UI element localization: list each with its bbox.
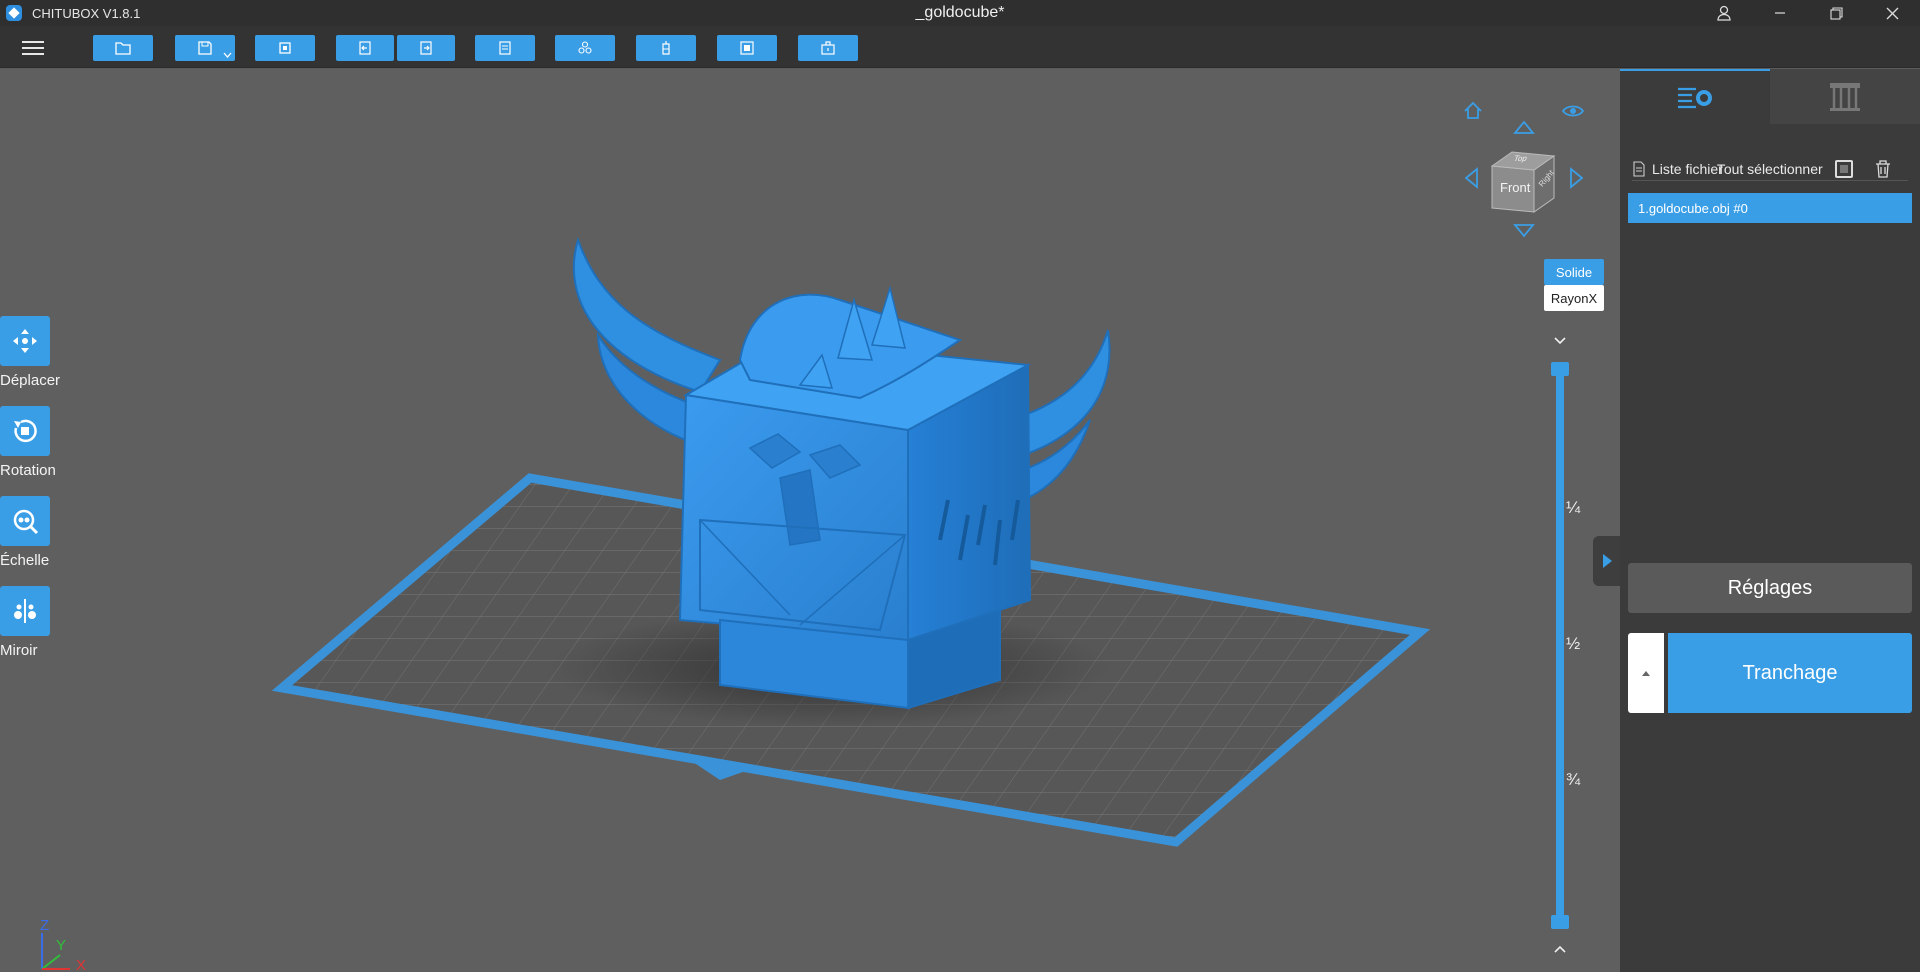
scene-canvas [271,236,1431,847]
layer-slider-top-handle[interactable] [1551,362,1569,376]
hole-icon [821,41,835,55]
move-icon [13,329,37,353]
restore-icon [1829,6,1843,20]
tab-settings[interactable] [1620,69,1770,124]
settings-button[interactable]: Réglages [1628,563,1912,613]
mirror-tool-label: Miroir [0,642,38,659]
close-icon [1886,7,1898,19]
menu-button[interactable] [22,37,44,57]
rotate-icon [14,419,37,443]
document-title: _goldocube* [915,4,1005,21]
app-logo-icon [6,5,22,21]
undo-icon [359,41,371,55]
eye-icon[interactable] [1561,102,1585,120]
rotate-tool-label: Rotation [0,462,56,479]
triangle-right-icon [1602,554,1612,568]
right-panel: Liste fichier Tout sélectionner 1.goldoc… [1620,69,1920,972]
move-tool[interactable]: Déplacer [0,316,60,389]
solid-mode-button[interactable]: Solide [1544,259,1604,285]
open-file-button[interactable] [93,35,153,61]
home-view-icon[interactable] [1462,100,1484,122]
chevron-up-icon[interactable] [1550,942,1570,956]
panel-collapse-button[interactable] [1593,536,1620,586]
supports-button[interactable] [636,35,696,61]
axis-y-label: Y [56,937,67,954]
layer-slider-bottom-handle[interactable] [1551,915,1569,929]
minimize-icon [1775,12,1785,14]
user-icon [1717,5,1731,21]
xray-mode-button[interactable]: RayonX [1544,285,1604,311]
rotate-tool[interactable]: Rotation [0,406,60,479]
select-all-label: Tout sélectionner [1716,160,1823,177]
chevron-down-icon[interactable] [1550,334,1570,348]
cubes-icon [578,41,592,54]
hollow-icon [740,41,754,55]
layer-slider-track[interactable] [1556,370,1564,922]
restore-button[interactable] [1808,0,1864,26]
view-left-icon[interactable] [1462,166,1480,190]
document-icon [499,41,511,55]
view-down-icon[interactable] [1512,222,1536,240]
view-cube[interactable]: Front Top Right [1490,146,1556,214]
scale-tool-label: Échelle [0,552,50,569]
document-icon [1633,160,1645,177]
file-list-item[interactable]: 1.goldocube.obj #0 [1628,193,1912,223]
folder-icon [115,42,131,55]
list-gear-icon [1678,87,1712,108]
select-all-checkbox[interactable] [1834,159,1853,178]
axis-x-label: X [76,957,87,972]
scale-tool[interactable]: Échelle [0,496,60,569]
auto-layout-button[interactable] [255,35,315,61]
models-button[interactable] [555,35,615,61]
redo-icon [420,41,432,55]
triangle-up-icon [1642,671,1650,676]
axis-indicator: Z Y X [30,917,100,972]
mirror-tool[interactable]: Miroir [0,586,60,659]
file-list-label: Liste fichier [1652,160,1723,177]
close-button[interactable] [1864,0,1920,26]
view-right-icon[interactable] [1568,166,1586,190]
slice-options-button[interactable] [1628,633,1664,713]
3d-viewport[interactable]: Z Y X [0,69,1620,972]
undo-button[interactable] [336,35,394,61]
app-name: CHITUBOX V1.8.1 [32,5,141,21]
dig-hole-button[interactable] [798,35,858,61]
user-account-button[interactable] [1696,0,1752,26]
slice-button[interactable]: Tranchage [1668,633,1912,713]
supports-tab-icon [1830,82,1860,111]
title-bar: CHITUBOX V1.8.1 _goldocube* [0,0,1920,26]
support-icon [662,41,670,55]
trash-icon[interactable] [1875,159,1891,178]
file-list-button[interactable] [475,35,535,61]
move-tool-label: Déplacer [0,372,61,389]
file-list-header: Liste fichier Tout sélectionner [1632,157,1908,181]
save-button[interactable] [175,35,235,61]
hollow-button[interactable] [717,35,777,61]
minimize-button[interactable] [1752,0,1808,26]
view-up-icon[interactable] [1512,118,1536,136]
axis-z-label: Z [40,917,50,934]
chevron-down-icon [223,52,232,58]
slider-mark-half: ½ [1566,634,1581,653]
scale-icon [13,509,39,535]
window-controls [1696,0,1920,26]
cube-front-label: Front [1500,180,1531,195]
tab-supports[interactable] [1770,69,1920,124]
toolbar [0,26,1920,68]
redo-button[interactable] [397,35,455,61]
mirror-icon [14,599,36,623]
save-icon [198,41,212,55]
slider-mark-three-quarter: ¾ [1566,770,1581,789]
layout-icon [279,42,291,54]
slider-mark-quarter: ¼ [1566,498,1581,517]
